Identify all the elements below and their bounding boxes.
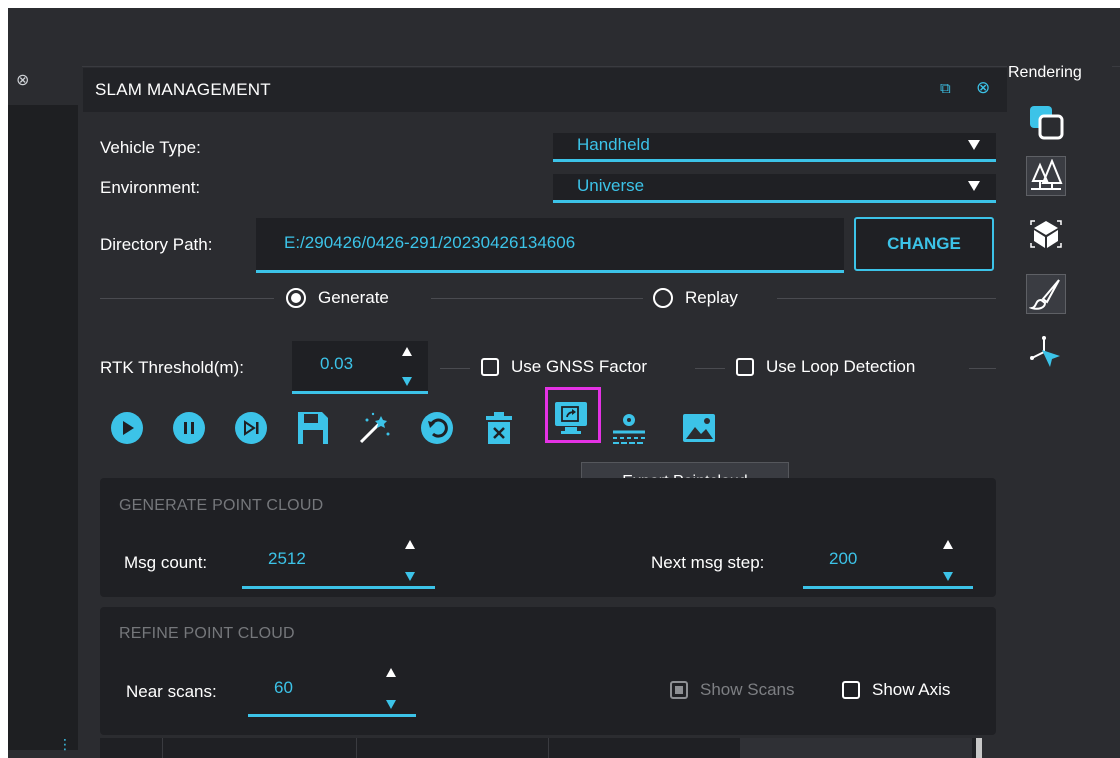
spin-down-icon[interactable] xyxy=(943,572,953,581)
generate-label: Generate xyxy=(318,288,389,307)
msg-count-spinbox[interactable]: 2512 xyxy=(242,534,435,589)
next-msg-step-label: Next msg step: xyxy=(651,553,765,572)
divider xyxy=(100,298,274,299)
settings-slider-icon[interactable] xyxy=(611,408,647,448)
spin-up-icon[interactable] xyxy=(943,540,953,549)
replay-radio-dot[interactable] xyxy=(653,288,673,308)
vehicle-type-label: Vehicle Type: xyxy=(100,138,201,157)
replay-label: Replay xyxy=(685,288,738,307)
delete-icon[interactable] xyxy=(481,408,517,448)
use-gnss-label: Use GNSS Factor xyxy=(511,357,648,376)
undo-icon[interactable] xyxy=(419,408,455,448)
show-scans-box[interactable] xyxy=(670,681,688,699)
replay-radio[interactable]: Replay xyxy=(653,288,738,308)
refine-section-title: REFINE POINT CLOUD xyxy=(119,625,295,642)
close-panel-icon[interactable]: ⊗ xyxy=(976,78,990,98)
use-loop-checkbox[interactable]: Use Loop Detection xyxy=(736,357,915,377)
next-msg-step-value: 200 xyxy=(829,549,858,568)
near-scans-spinbox[interactable]: 60 xyxy=(248,662,416,717)
rtk-threshold-label: RTK Threshold(m): xyxy=(100,358,244,377)
use-gnss-checkbox[interactable]: Use GNSS Factor xyxy=(481,357,647,377)
play-icon[interactable] xyxy=(109,408,145,448)
chevron-down-icon xyxy=(968,181,980,191)
rtk-threshold-value: 0.03 xyxy=(320,354,354,373)
environment-label: Environment: xyxy=(100,178,201,197)
brush-icon[interactable] xyxy=(1026,274,1066,314)
layers-icon[interactable] xyxy=(1026,102,1066,142)
vehicle-type-select[interactable]: Handheld xyxy=(553,133,996,162)
divider xyxy=(969,368,996,369)
environment-select[interactable]: Universe xyxy=(553,174,996,203)
top-bar xyxy=(8,8,1120,67)
msg-count-value: 2512 xyxy=(268,549,306,568)
generate-radio[interactable]: Generate xyxy=(286,288,389,308)
left-dock-panel xyxy=(8,105,78,750)
slam-management-panel: SLAM MANAGEMENT ⧉ ⊗ Vehicle Type: Handhe… xyxy=(83,68,1007,758)
magic-wand-icon[interactable] xyxy=(357,408,393,448)
spin-down-icon[interactable] xyxy=(405,572,415,581)
use-loop-label: Use Loop Detection xyxy=(766,357,916,376)
near-scans-label: Near scans: xyxy=(126,682,217,701)
msg-count-label: Msg count: xyxy=(124,553,208,572)
generate-radio-dot[interactable] xyxy=(286,288,306,308)
directory-label: Directory Path: xyxy=(100,235,213,254)
show-axis-label: Show Axis xyxy=(872,680,951,699)
generate-section-title: GENERATE POINT CLOUD xyxy=(119,497,324,514)
toolbar-highlight xyxy=(545,387,601,443)
near-scans-value: 60 xyxy=(274,678,293,697)
column-divider xyxy=(548,738,549,758)
divider xyxy=(431,298,643,299)
environment-value: Universe xyxy=(577,176,645,195)
float-panel-icon[interactable]: ⧉ xyxy=(940,80,951,97)
directory-path-value: E:/290426/0426-291/20230426134606 xyxy=(284,233,576,252)
panel-title: SLAM MANAGEMENT xyxy=(95,80,271,99)
drag-handle-icon[interactable]: ⋮ xyxy=(58,736,72,753)
trees-icon[interactable] xyxy=(1026,156,1066,196)
step-forward-icon[interactable] xyxy=(233,408,269,448)
left-dock-close-icon[interactable]: ⊗ xyxy=(16,70,29,90)
use-loop-box[interactable] xyxy=(736,358,754,376)
spin-up-icon[interactable] xyxy=(405,540,415,549)
pause-icon[interactable] xyxy=(171,408,207,448)
next-msg-step-spinbox[interactable]: 200 xyxy=(803,534,973,589)
directory-path-field[interactable]: E:/290426/0426-291/20230426134606 xyxy=(256,218,844,273)
show-axis-box[interactable] xyxy=(842,681,860,699)
axis-pointer-icon[interactable] xyxy=(1026,332,1066,372)
left-dock xyxy=(8,59,82,750)
bottom-table xyxy=(100,738,982,758)
spin-down-icon[interactable] xyxy=(386,700,396,709)
refine-point-cloud-section: REFINE POINT CLOUD Near scans: 60 Show S… xyxy=(100,607,996,735)
spin-up-icon[interactable] xyxy=(402,347,412,356)
panel-header: SLAM MANAGEMENT ⧉ ⊗ xyxy=(83,68,1007,112)
save-icon[interactable] xyxy=(295,408,331,448)
cube-icon[interactable] xyxy=(1026,214,1066,254)
change-button[interactable]: CHANGE xyxy=(854,217,994,271)
divider xyxy=(440,368,470,369)
chevron-down-icon xyxy=(968,140,980,150)
image-icon[interactable] xyxy=(681,408,717,448)
generate-point-cloud-section: GENERATE POINT CLOUD Msg count: 2512 Nex… xyxy=(100,478,996,597)
divider xyxy=(695,368,725,369)
column-divider xyxy=(162,738,163,758)
scrollbar[interactable] xyxy=(976,738,982,758)
vehicle-type-value: Handheld xyxy=(577,135,650,154)
column-divider xyxy=(356,738,357,758)
spin-down-icon[interactable] xyxy=(402,377,412,386)
rendering-title: Rendering xyxy=(1008,64,1082,81)
rtk-threshold-spinbox[interactable]: 0.03 xyxy=(292,341,428,394)
show-axis-checkbox[interactable]: Show Axis xyxy=(842,680,950,700)
table-scroll-area[interactable] xyxy=(740,738,972,758)
use-gnss-box[interactable] xyxy=(481,358,499,376)
spin-up-icon[interactable] xyxy=(386,668,396,677)
divider xyxy=(777,298,996,299)
show-scans-label: Show Scans xyxy=(700,680,795,699)
show-scans-checkbox[interactable]: Show Scans xyxy=(670,680,795,700)
